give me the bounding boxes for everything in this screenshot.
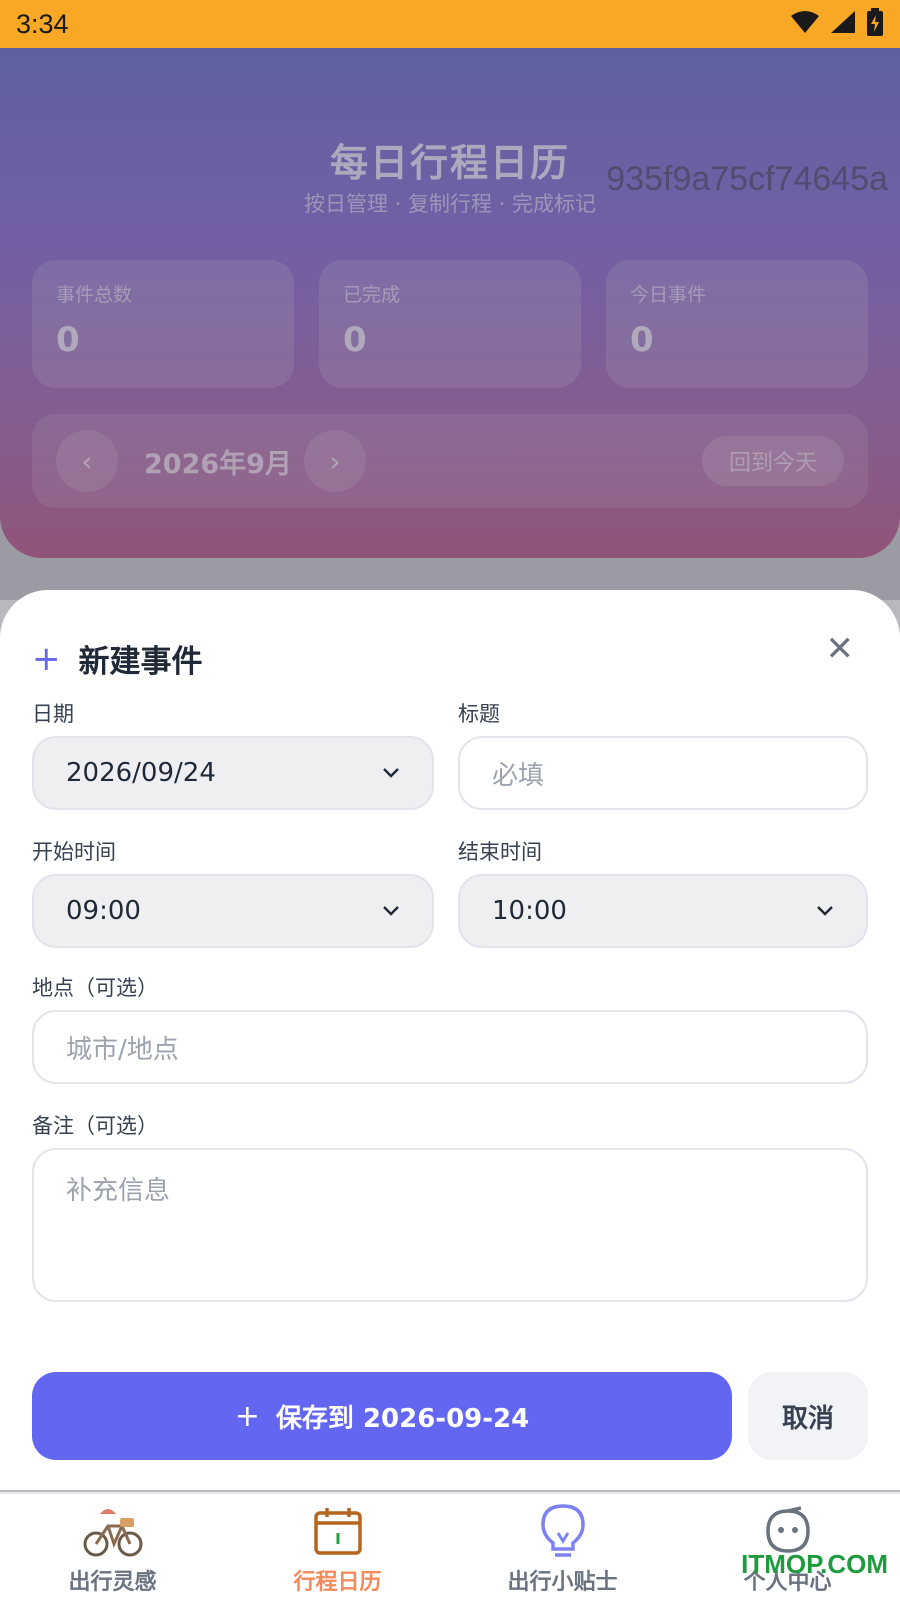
chevron-down-icon [816,902,834,920]
end-time-value: 10:00 [492,896,567,926]
tab-profile[interactable]: 个人中心 [675,1494,900,1600]
signal-icon [830,10,856,38]
start-time-value: 09:00 [66,896,141,926]
lightbulb-icon [532,1502,594,1560]
new-event-sheet: + 新建事件 ✕ 日期 2026/09/24 标题 必填 开始时间 09:00 … [0,590,900,1490]
title-placeholder: 必填 [492,760,545,791]
save-button[interactable]: + 保存到 2026-09-24 [32,1372,732,1460]
watermark-logo: ITMOP.COM [741,1549,888,1579]
bicycle-icon [82,1502,144,1560]
status-bar: 3:34 [0,0,900,48]
tab-calendar[interactable]: 行程日历 [225,1494,450,1600]
bottom-tab-bar: 出行灵感 行程日历 出行小贴士 个人中心 ITMOP.COM [0,1492,900,1600]
battery-icon [866,8,884,40]
chevron-down-icon [382,902,400,920]
modal-overlay[interactable] [0,0,900,600]
status-time: 3:34 [16,8,69,39]
notes-placeholder: 补充信息 [66,1176,171,1206]
title-input[interactable]: 必填 [458,736,868,810]
sheet-header: + 新建事件 [32,636,203,681]
wifi-icon [790,10,820,38]
title-label: 标题 [458,702,500,726]
tab-label: 行程日历 [293,1570,382,1595]
plus-icon: + [234,1398,260,1434]
save-button-label: 保存到 2026-09-24 [275,1403,530,1434]
sheet-title: 新建事件 [78,644,203,680]
tab-tips[interactable]: 出行小贴士 [450,1494,675,1600]
tab-inspiration[interactable]: 出行灵感 [0,1494,225,1600]
close-icon[interactable]: ✕ [826,632,855,666]
end-time-select[interactable]: 10:00 [458,874,868,948]
status-icons [790,8,884,40]
tab-label: 出行灵感 [68,1570,157,1595]
calendar-icon [307,1502,369,1560]
notes-textarea[interactable]: 补充信息 [32,1148,868,1302]
date-label: 日期 [32,702,74,726]
date-select[interactable]: 2026/09/24 [32,736,434,810]
tab-label: 出行小贴士 [507,1570,618,1595]
debug-hash: 935f9a75cf74645a [606,160,888,198]
location-label: 地点（可选） [32,976,158,1000]
cancel-button[interactable]: 取消 [748,1372,868,1460]
start-time-select[interactable]: 09:00 [32,874,434,948]
date-value: 2026/09/24 [66,758,216,788]
end-time-label: 结束时间 [458,840,542,864]
chevron-down-icon [382,764,400,782]
notes-label: 备注（可选） [32,1114,158,1138]
location-placeholder: 城市/地点 [66,1034,179,1065]
location-input[interactable]: 城市/地点 [32,1010,868,1084]
plus-icon: + [32,638,61,679]
start-time-label: 开始时间 [32,840,116,864]
